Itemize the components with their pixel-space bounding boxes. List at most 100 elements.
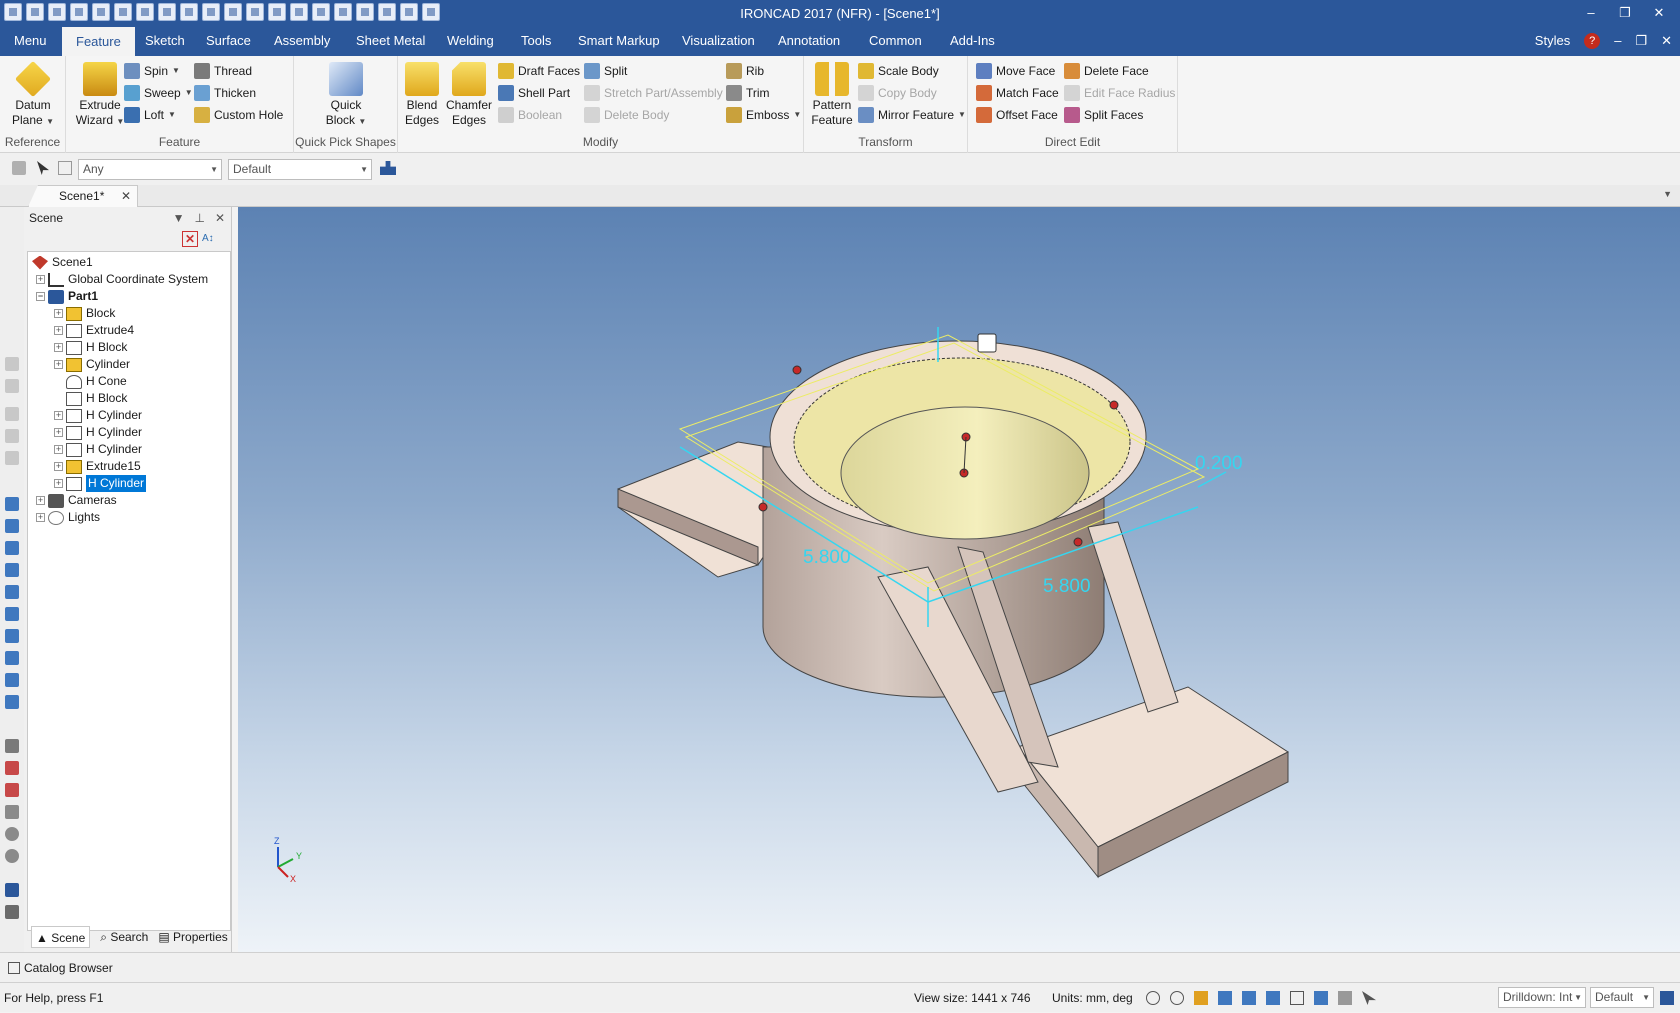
hand-icon[interactable] (1338, 991, 1352, 1005)
tab-properties-panel[interactable]: ▤ Properties (158, 926, 227, 948)
rib-button[interactable]: Rib (726, 61, 764, 81)
draft-faces-button[interactable]: Draft Faces (498, 61, 580, 81)
view-iso3-icon[interactable] (5, 673, 19, 687)
tree-item-scene1[interactable]: Scene1 (32, 254, 93, 271)
tab-list-icon[interactable]: ▼ (1663, 189, 1672, 199)
tab-surface[interactable]: Surface (192, 26, 265, 56)
stretch-button[interactable]: Stretch Part/Assembly (584, 83, 723, 103)
tree-item-h-block-2[interactable]: H Block (66, 390, 127, 407)
clear-filter-icon[interactable]: ✕ (182, 231, 198, 247)
tool-icon-4[interactable] (5, 429, 19, 443)
tree-item-h-cylinder-1[interactable]: + H Cylinder (54, 407, 142, 424)
clip-icon[interactable] (5, 783, 19, 797)
tab-sheet-metal[interactable]: Sheet Metal (342, 26, 439, 56)
style-select[interactable]: Default ▼ (228, 159, 372, 180)
tree-item-h-cylinder-2[interactable]: + H Cylinder (54, 424, 142, 441)
tab-assembly[interactable]: Assembly (260, 26, 344, 56)
ruler-icon[interactable] (5, 905, 19, 919)
tree-item-part1[interactable]: − Part1 (36, 288, 98, 305)
perspective-icon[interactable] (1290, 991, 1304, 1005)
triball-handle-icon[interactable] (977, 333, 997, 353)
cad-model[interactable]: 5.800 5.800 0.200 (617, 327, 1290, 879)
pattern-feature-button[interactable]: Pattern Feature (810, 62, 854, 128)
orbit-icon[interactable] (5, 827, 19, 841)
scale-body-button[interactable]: Scale Body (858, 61, 939, 81)
chamfer-edges-button[interactable]: Chamfer Edges (446, 62, 492, 128)
catalog-browser-bar[interactable]: Catalog Browser (0, 952, 1680, 982)
loft-button[interactable]: Loft ▼ (124, 105, 176, 125)
panel-close-icon[interactable]: ✕ (215, 207, 225, 229)
split-faces-button[interactable]: Split Faces (1064, 105, 1143, 125)
tab-visualization[interactable]: Visualization (668, 26, 769, 56)
view-cube-icon[interactable] (1218, 991, 1232, 1005)
section-icon[interactable] (5, 761, 19, 775)
sweep-button[interactable]: Sweep ▼ (124, 83, 193, 103)
close-tab-icon[interactable]: ✕ (121, 186, 131, 206)
box-select-icon[interactable] (58, 161, 72, 175)
dim-depth[interactable]: 5.800 (1043, 576, 1091, 597)
handle-3[interactable] (758, 502, 768, 512)
tab-search-panel[interactable]: ⌕ Search (100, 926, 148, 948)
tree-item-cameras[interactable]: + Cameras (36, 492, 117, 509)
tab-menu[interactable]: Menu (0, 26, 61, 56)
offset-face-button[interactable]: Offset Face (976, 105, 1058, 125)
drilldown-select[interactable]: Drilldown: Int ▼ (1498, 987, 1586, 1008)
minimize-button[interactable]: – (1574, 2, 1608, 24)
boolean-button[interactable]: Boolean (498, 105, 562, 125)
hierarchy-icon[interactable] (380, 161, 396, 175)
copy-body-button[interactable]: Copy Body (858, 83, 937, 103)
angle-icon[interactable] (5, 805, 19, 819)
panel-menu-icon[interactable]: ▼ (173, 207, 185, 229)
tool-icon-5[interactable] (5, 451, 19, 465)
tab-scene1[interactable]: Scene1* ✕ (28, 185, 138, 207)
tool-icon-2[interactable] (5, 379, 19, 393)
select-filter-icon[interactable] (12, 161, 26, 175)
thicken-button[interactable]: Thicken (194, 83, 256, 103)
tab-annotation[interactable]: Annotation (764, 26, 854, 56)
handle-2[interactable] (1109, 400, 1119, 410)
split-button[interactable]: Split (584, 61, 627, 81)
display-icon[interactable] (1314, 991, 1328, 1005)
view-front-icon[interactable] (5, 497, 19, 511)
move-face-button[interactable]: Move Face (976, 61, 1055, 81)
tree-item-h-cylinder-3[interactable]: + H Cylinder (54, 441, 142, 458)
model-canvas[interactable]: 5.800 5.800 0.200 Z Y X (238, 207, 1680, 952)
sort-icon[interactable]: A↕ (202, 231, 218, 247)
datum-plane-button[interactable]: Datum Plane ▼ (8, 60, 58, 129)
quick-block-button[interactable]: Quick Block ▼ (320, 62, 372, 129)
custom-hole-button[interactable]: Custom Hole (194, 105, 283, 125)
tab-feature[interactable]: Feature (62, 26, 135, 56)
match-face-button[interactable]: Match Face (976, 83, 1059, 103)
view-top-icon[interactable] (5, 585, 19, 599)
tree-item-extrude4[interactable]: + Extrude4 (54, 322, 134, 339)
mode-select[interactable]: Default ▼ (1590, 987, 1654, 1008)
tab-welding[interactable]: Welding (433, 26, 508, 56)
extrude-wizard-button[interactable]: Extrude Wizard ▼ (72, 62, 128, 129)
tab-sketch[interactable]: Sketch (131, 26, 199, 56)
trim-button[interactable]: Trim (726, 83, 770, 103)
network-icon[interactable] (1660, 991, 1674, 1005)
blend-edges-button[interactable]: Blend Edges (402, 62, 442, 128)
select-pointer-icon[interactable] (1362, 991, 1376, 1005)
tree-item-h-block[interactable]: + H Block (54, 339, 127, 356)
view-right-icon[interactable] (5, 563, 19, 577)
spin-button[interactable]: Spin ▼ (124, 61, 180, 81)
tool-icon-1[interactable] (5, 357, 19, 371)
handle-4[interactable] (1073, 537, 1083, 547)
edit-face-radius-button[interactable]: Edit Face Radius (1064, 83, 1175, 103)
shading-icon[interactable] (1266, 991, 1280, 1005)
delete-body-button[interactable]: Delete Body (584, 105, 669, 125)
tool-icon-3[interactable] (5, 407, 19, 421)
dim-height[interactable]: 0.200 (1195, 453, 1243, 474)
tab-smart-markup[interactable]: Smart Markup (564, 26, 674, 56)
dim-width[interactable]: 5.800 (803, 547, 851, 568)
zoom-window-icon[interactable] (1170, 991, 1184, 1005)
ribbon-restore[interactable]: ❐ (1635, 26, 1647, 56)
tree-item-h-cone[interactable]: H Cone (66, 373, 127, 390)
tree-item-cylinder[interactable]: + Cylinder (54, 356, 130, 373)
restore-button[interactable]: ❐ (1608, 2, 1642, 24)
ribbon-close[interactable]: ✕ (1661, 26, 1672, 56)
shell-part-button[interactable]: Shell Part (498, 83, 570, 103)
handle-1[interactable] (792, 365, 802, 375)
close-button[interactable]: ✕ (1642, 2, 1676, 24)
